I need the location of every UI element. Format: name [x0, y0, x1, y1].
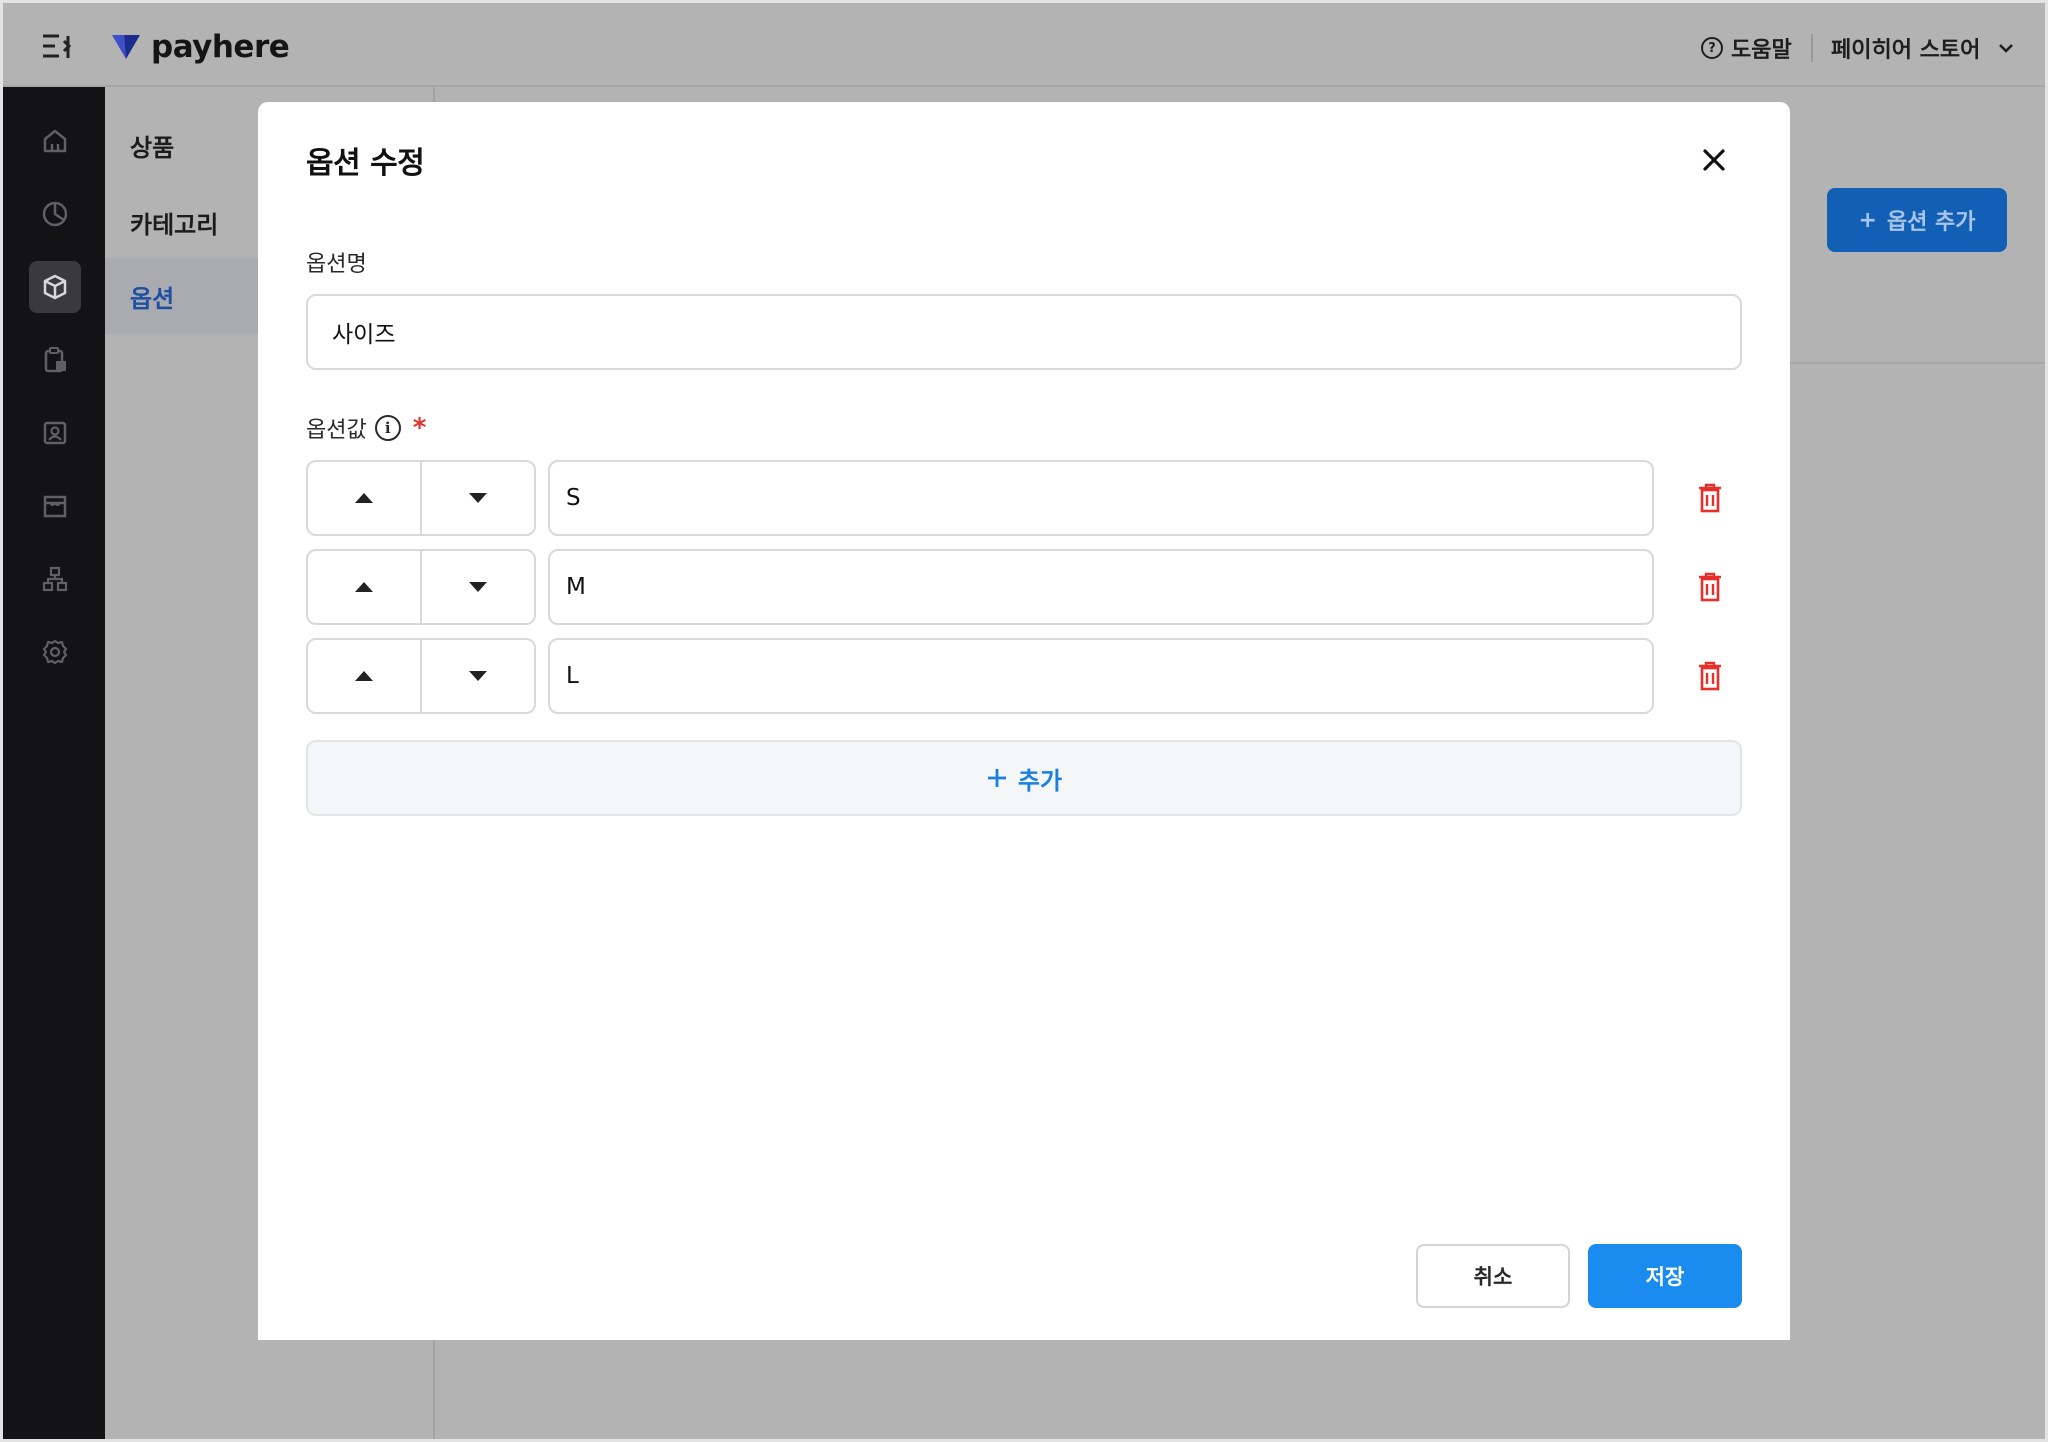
add-value-label: 추가: [1017, 766, 1063, 795]
option-values-label: 옵션값 i *: [306, 412, 426, 444]
required-asterisk: *: [412, 413, 427, 443]
rail-settings[interactable]: [29, 626, 81, 678]
chevron-down-icon: [1999, 44, 2014, 53]
help-label: 도움말: [1731, 38, 1792, 63]
move-down-button[interactable]: [420, 640, 534, 712]
gear-icon: [42, 639, 68, 665]
caret-down-icon: [469, 671, 487, 681]
help-icon: ?: [1701, 37, 1723, 59]
plus-icon: +: [1858, 207, 1877, 233]
box-icon: [43, 274, 67, 300]
option-value-input[interactable]: [548, 460, 1654, 536]
info-icon[interactable]: i: [374, 415, 401, 441]
help-link[interactable]: ? 도움말: [1701, 31, 1792, 65]
header-divider: [1811, 34, 1813, 62]
option-value-input[interactable]: [548, 549, 1654, 625]
move-up-button[interactable]: [308, 640, 420, 712]
modal-title: 옵션 수정: [306, 146, 425, 181]
add-value-button[interactable]: 추가: [306, 740, 1742, 816]
close-icon: [1703, 149, 1725, 171]
caret-down-icon: [469, 582, 487, 592]
option-name-input[interactable]: [306, 294, 1742, 370]
cancel-button[interactable]: 취소: [1416, 1244, 1570, 1308]
rail-customers[interactable]: [29, 407, 81, 459]
edit-option-modal: 옵션 수정 옵션명 옵션값 i *: [258, 102, 1790, 1340]
caret-up-icon: [355, 582, 373, 592]
nav-rail: [3, 87, 105, 1439]
reorder-stepper: [306, 460, 536, 536]
contact-card-icon: [43, 421, 67, 445]
move-up-button[interactable]: [308, 551, 420, 623]
home-icon: [43, 129, 67, 153]
caret-down-icon: [469, 493, 487, 503]
trash-icon: [1699, 483, 1721, 513]
rail-products[interactable]: [29, 261, 81, 313]
top-bar: payhere ? 도움말 페이히어 스토어: [3, 3, 2045, 87]
reorder-stepper: [306, 549, 536, 625]
rail-store[interactable]: [29, 480, 81, 532]
delete-value-button[interactable]: [1686, 652, 1734, 700]
store-icon: [43, 495, 67, 518]
caret-up-icon: [355, 671, 373, 681]
payhere-logo-icon: [112, 35, 140, 59]
delete-value-button[interactable]: [1686, 563, 1734, 611]
store-selector[interactable]: 페이히어 스토어: [1831, 31, 2014, 65]
store-name: 페이히어 스토어: [1831, 38, 1981, 63]
brand-logo[interactable]: payhere: [111, 27, 290, 67]
option-values-label-text: 옵션값: [306, 418, 367, 443]
option-value-input[interactable]: [548, 638, 1654, 714]
org-chart-icon: [42, 566, 68, 592]
save-button[interactable]: 저장: [1588, 1244, 1742, 1308]
rail-home[interactable]: [29, 115, 81, 167]
rail-stats[interactable]: [29, 188, 81, 240]
move-up-button[interactable]: [308, 462, 420, 534]
brand-name: payhere: [151, 29, 290, 65]
reorder-stepper: [306, 638, 536, 714]
chart-pie-icon: [42, 201, 68, 227]
trash-icon: [1699, 572, 1721, 602]
add-option-label: 옵션 추가: [1886, 210, 1976, 235]
caret-up-icon: [355, 493, 373, 503]
delete-value-button[interactable]: [1686, 474, 1734, 522]
plus-icon: [987, 769, 1006, 787]
add-option-button[interactable]: + 옵션 추가: [1827, 188, 2007, 252]
option-name-label-text: 옵션명: [306, 252, 367, 277]
clipboard-icon: [44, 347, 66, 373]
trash-icon: [1699, 661, 1721, 691]
move-down-button[interactable]: [420, 462, 534, 534]
move-down-button[interactable]: [420, 551, 534, 623]
menu-toggle-icon[interactable]: [41, 31, 75, 61]
rail-orders[interactable]: [29, 334, 81, 386]
rail-organization[interactable]: [29, 553, 81, 605]
option-name-label: 옵션명: [306, 246, 367, 278]
close-button[interactable]: [1696, 142, 1732, 178]
